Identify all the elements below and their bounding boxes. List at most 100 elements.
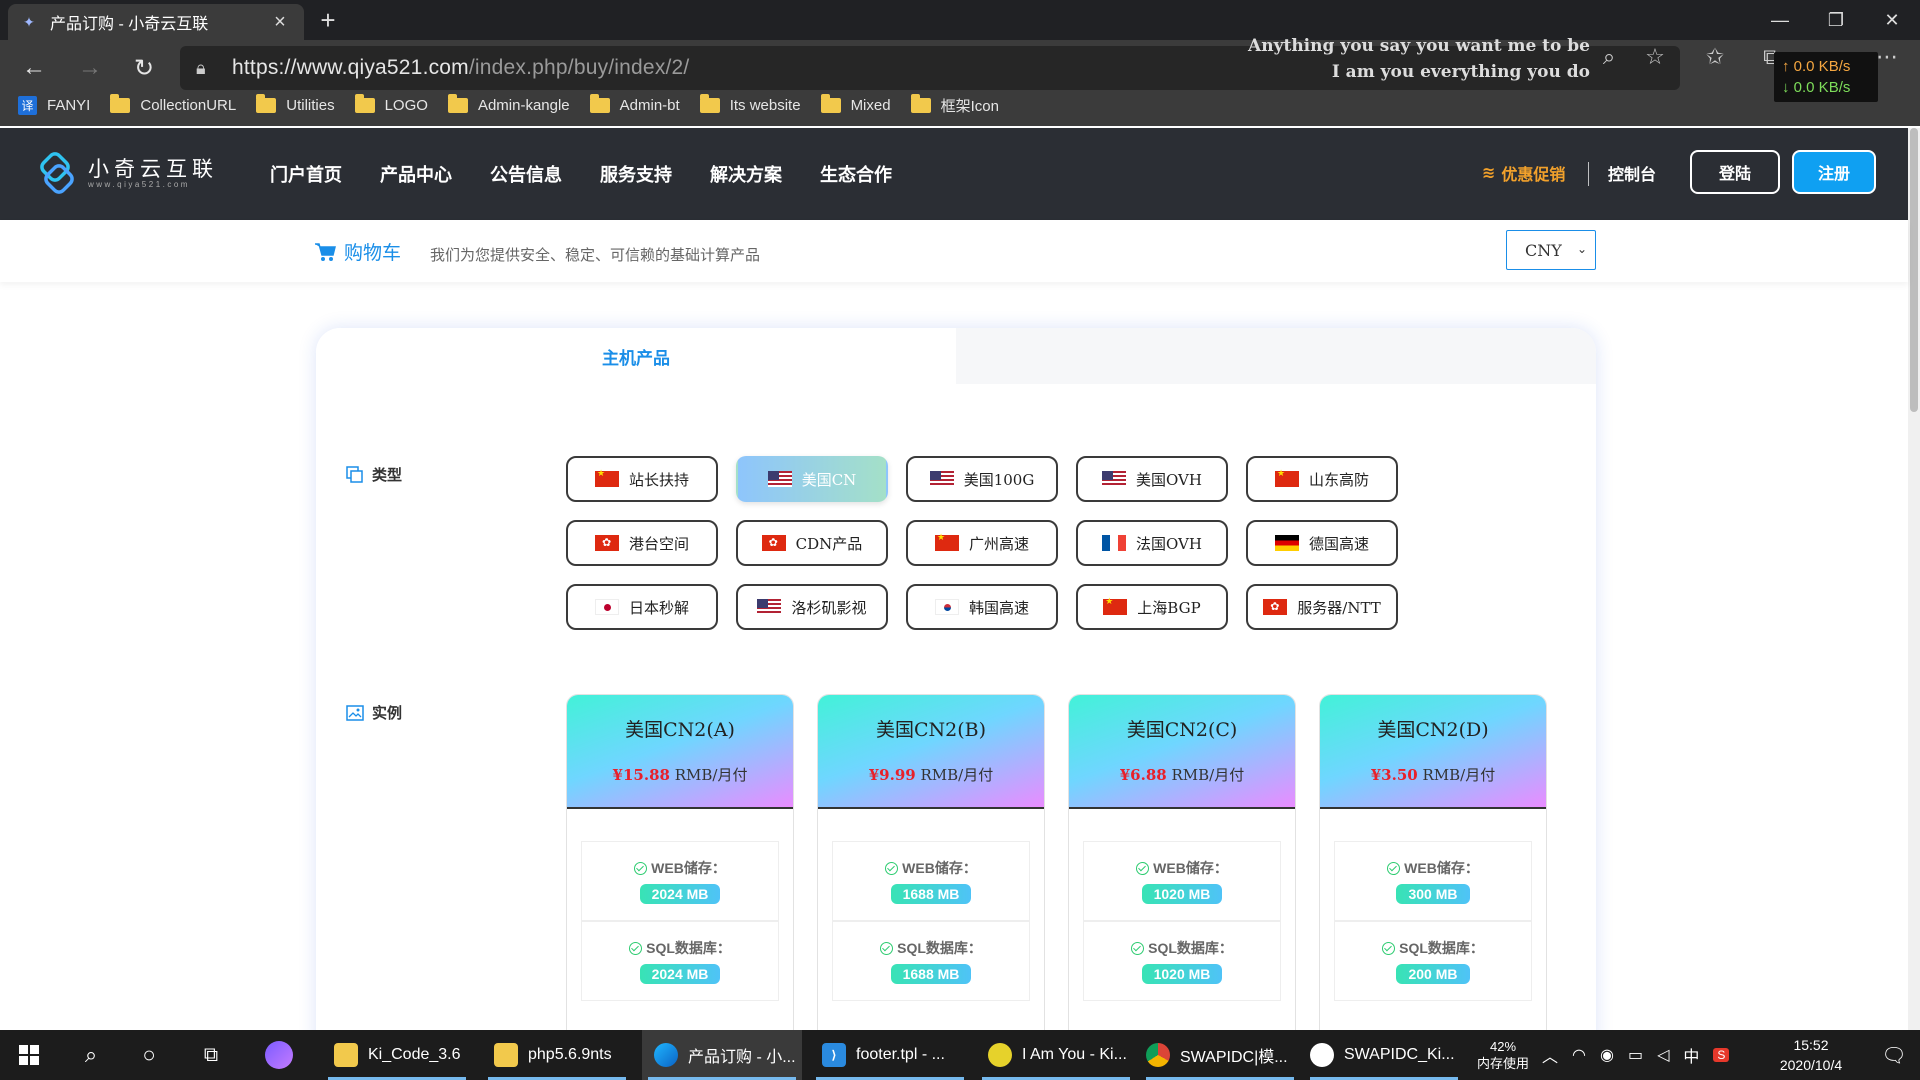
type-option-button[interactable]: 广州高速 <box>906 520 1058 566</box>
layers-icon: ≋ <box>1482 165 1496 182</box>
nav-solutions[interactable]: 解决方案 <box>710 161 782 187</box>
taskbar-app-vscode[interactable]: ⟩ footer.tpl - ... <box>810 1030 970 1080</box>
close-window-button[interactable]: ✕ <box>1864 0 1920 40</box>
type-option-button[interactable]: 美国OVH <box>1076 456 1228 502</box>
cortana-icon[interactable]: ○ <box>124 1030 174 1080</box>
bookmark-utilities[interactable]: Utilities <box>256 93 335 114</box>
battery-icon[interactable]: ▭ <box>1628 1045 1643 1065</box>
bookmark-mixed[interactable]: Mixed <box>820 93 891 114</box>
plan-card[interactable]: 美国CN2(B) ¥9.99 RMB/月付 WEB储存： 1688 MB SQL数据库：… <box>817 694 1045 1048</box>
search-icon[interactable]: ⌕ <box>66 1030 116 1080</box>
currency-select[interactable]: CNY ⌄ <box>1506 230 1596 270</box>
start-button[interactable] <box>0 1030 58 1080</box>
volume-icon[interactable]: ◁ <box>1657 1045 1669 1065</box>
nav-support[interactable]: 服务支持 <box>600 161 672 187</box>
chrome-icon <box>1146 1043 1170 1067</box>
register-button[interactable]: 注册 <box>1792 150 1876 194</box>
feature-label-text: SQL数据库： <box>646 940 731 956</box>
new-tab-button[interactable]: + <box>312 4 344 36</box>
ime-indicator[interactable]: 中 <box>1683 1043 1699 1067</box>
bookmark-admin-bt[interactable]: Admin-bt <box>589 93 680 114</box>
type-option-button[interactable]: 站长扶持 <box>566 456 718 502</box>
type-option-label: 美国100G <box>963 470 1035 489</box>
type-option-button[interactable]: 港台空间 <box>566 520 718 566</box>
plan-card[interactable]: 美国CN2(D) ¥3.50 RMB/月付 WEB储存： 300 MB SQL数据库： 2… <box>1319 694 1547 1048</box>
console-link[interactable]: 控制台 <box>1608 161 1656 185</box>
restore-window-button[interactable]: ❐ <box>1808 0 1864 40</box>
login-button[interactable]: 登陆 <box>1690 150 1780 194</box>
feature-label-text: WEB储存： <box>651 860 726 876</box>
back-button[interactable]: ← <box>14 48 54 88</box>
nav-ecosystem[interactable]: 生态合作 <box>820 161 892 187</box>
bookmark-its-website[interactable]: Its website <box>699 93 801 114</box>
notification-icon[interactable]: 🗨︎ <box>1868 1030 1920 1080</box>
tab-host-products[interactable]: 主机产品 <box>316 328 956 384</box>
favorites-list-icon[interactable]: ✩ <box>1698 44 1732 70</box>
bookmark-framework-icon[interactable]: 框架Icon <box>910 93 999 116</box>
logo-mark-icon <box>40 152 74 194</box>
type-option-button[interactable]: 法国OVH <box>1076 520 1228 566</box>
favorite-star-icon[interactable]: ☆ <box>1638 44 1672 70</box>
type-option-button[interactable]: 德国高速 <box>1246 520 1398 566</box>
assistant-app-icon[interactable] <box>254 1030 304 1080</box>
taskbar-app-kicode[interactable]: Ki_Code_3.6 <box>322 1030 472 1080</box>
clock-time: 15:52 <box>1793 1037 1829 1053</box>
forward-button[interactable]: → <box>70 48 110 88</box>
plan-name: 美国CN2(A) <box>625 719 735 741</box>
scrollbar-thumb[interactable] <box>1910 128 1918 412</box>
page-scrollbar[interactable] <box>1908 128 1920 1030</box>
site-logo[interactable]: 小奇云互联 www.qiya521.com <box>36 152 218 194</box>
taskbar-app-swapidc[interactable]: SWAPIDC_Ki... <box>1304 1030 1464 1080</box>
sogou-ime-icon[interactable]: S <box>1713 1048 1730 1062</box>
plan-card[interactable]: 美国CN2(A) ¥15.88 RMB/月付 WEB储存： 2024 MB SQL数据库… <box>566 694 794 1048</box>
type-option-button[interactable]: 美国CN <box>736 456 888 502</box>
url-host: https://www.qiya521.com <box>232 56 469 79</box>
taskbar-app-edge[interactable]: 产品订购 - 小... <box>642 1030 802 1080</box>
type-option-button[interactable]: CDN产品 <box>736 520 888 566</box>
memory-usage-widget[interactable]: 42% 内存使用 <box>1474 1030 1532 1080</box>
nav-home[interactable]: 门户首页 <box>270 161 342 187</box>
folder-icon <box>334 1043 358 1067</box>
browser-tab[interactable]: ✦ 产品订购 - 小奇云互联 × <box>8 4 304 40</box>
bookmark-fanyi[interactable]: 译 FANYI <box>18 95 90 115</box>
plan-feature-sql: SQL数据库： 1020 MB <box>1083 921 1281 1001</box>
bookmark-label: Admin-bt <box>619 96 680 114</box>
zoom-icon[interactable]: ⌕ <box>1592 44 1626 70</box>
type-option-label: 港台空间 <box>628 534 689 553</box>
memory-percent: 42% <box>1489 1039 1517 1054</box>
task-view-icon[interactable]: ⧉ <box>186 1030 236 1080</box>
desktop-lyric-line-1: Anything you say you want me to be <box>1248 36 1590 56</box>
refresh-button[interactable]: ↻ <box>124 48 164 88</box>
close-tab-icon[interactable]: × <box>268 11 292 34</box>
promo-label: 优惠促销 <box>1501 167 1566 184</box>
promo-link[interactable]: ≋ 优惠促销 <box>1482 161 1565 185</box>
clock[interactable]: 15:52 2020/10/4 <box>1756 1030 1866 1080</box>
plan-name: 美国CN2(B) <box>875 719 987 741</box>
bookmark-admin-kangle[interactable]: Admin-kangle <box>447 93 570 114</box>
plan-card[interactable]: 美国CN2(C) ¥6.88 RMB/月付 WEB储存： 1020 MB SQL数据库：… <box>1068 694 1296 1048</box>
bookmark-logo[interactable]: LOGO <box>354 93 428 114</box>
type-option-button[interactable]: 服务器/NTT <box>1246 584 1398 630</box>
type-option-button[interactable]: 韩国高速 <box>906 584 1058 630</box>
taskbar-app-php[interactable]: php5.6.9nts <box>482 1030 632 1080</box>
windows-taskbar: ⌕ ○ ⧉ Ki_Code_3.6 php5.6.9nts 产品订购 - 小..… <box>0 1030 1920 1080</box>
bookmark-collectionurl[interactable]: CollectionURL <box>110 93 236 114</box>
type-option-button[interactable]: 美国100G <box>906 456 1058 502</box>
nav-products[interactable]: 产品中心 <box>380 161 452 187</box>
type-option-button[interactable]: 洛杉矶影视 <box>736 584 888 630</box>
taskbar-app-music[interactable]: I Am You - Ki... <box>976 1030 1136 1080</box>
nav-announcements[interactable]: 公告信息 <box>490 161 562 187</box>
chevron-up-icon[interactable]: ︿ <box>1542 1043 1558 1067</box>
taskbar-app-chrome[interactable]: SWAPIDC|模... <box>1140 1030 1300 1080</box>
minimize-window-button[interactable]: — <box>1752 0 1808 40</box>
type-option-label: 法国OVH <box>1136 534 1202 553</box>
type-option-button[interactable]: 山东高防 <box>1246 456 1398 502</box>
qq-icon[interactable]: ◉ <box>1600 1045 1614 1065</box>
type-option-button[interactable]: 日本秒解 <box>566 584 718 630</box>
instance-section-label: 实例 <box>346 702 402 723</box>
folder-icon <box>820 93 841 113</box>
wifi-icon[interactable]: ◠ <box>1572 1045 1586 1065</box>
check-circle-icon <box>1387 861 1401 875</box>
memory-label: 内存使用 <box>1476 1056 1529 1071</box>
type-option-button[interactable]: 上海BGP <box>1076 584 1228 630</box>
